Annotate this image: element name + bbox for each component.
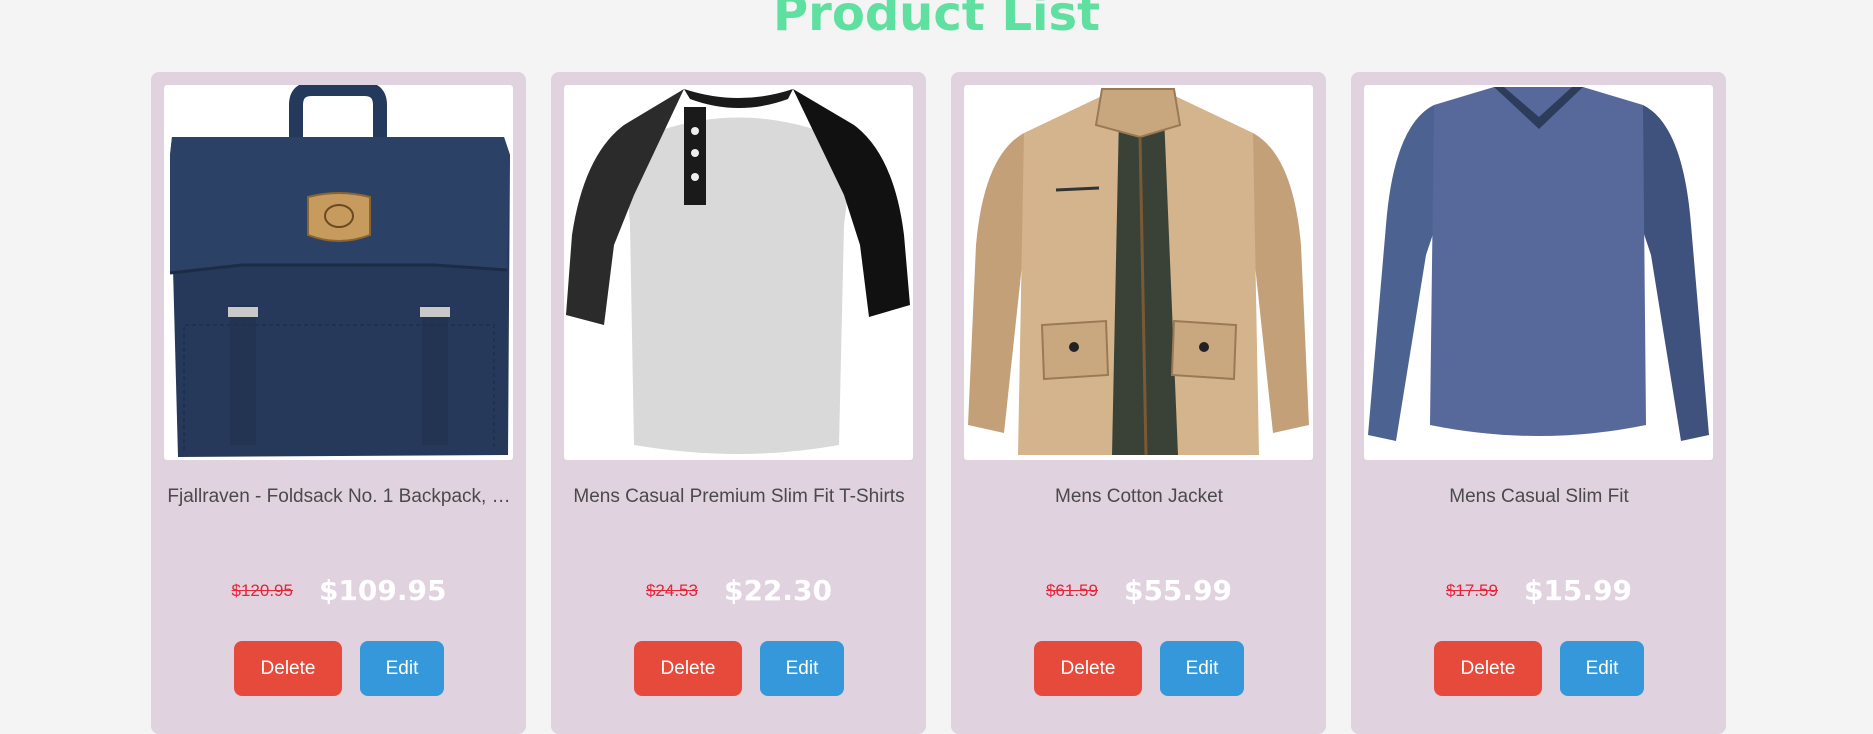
old-price: $24.53 [645,580,698,600]
current-price: $15.99 [1523,574,1633,607]
price-row: $120.95 $109.95 [164,574,514,607]
product-name: Mens Casual Slim Fit [1449,486,1629,507]
product-card: Mens Casual Premium Slim Fit T-Shirts $2… [551,72,926,734]
product-image [964,85,1313,460]
edit-button[interactable]: Edit [360,641,444,696]
current-price: $109.95 [318,574,447,607]
product-name: Mens Casual Premium Slim Fit T-Shirts [573,486,905,507]
current-price: $22.30 [723,574,833,607]
raglan-tshirt-image [566,89,910,454]
price-row: $17.59 $15.99 [1364,574,1714,607]
old-price: $120.95 [231,580,293,600]
backpack-image [169,85,510,457]
product-card: Mens Casual Slim Fit $17.59 $15.99 Delet… [1351,72,1726,734]
old-price: $61.59 [1045,580,1098,600]
delete-button[interactable]: Delete [1434,641,1542,696]
product-card: Fjallraven - Foldsack No. 1 Backpack, … … [151,72,526,734]
edit-button[interactable]: Edit [1160,641,1244,696]
product-name: Mens Cotton Jacket [1055,486,1223,507]
product-card: Mens Cotton Jacket $61.59 $55.99 Delete … [951,72,1326,734]
current-price: $55.99 [1123,574,1233,607]
edit-button[interactable]: Edit [1560,641,1644,696]
delete-button[interactable]: Delete [234,641,342,696]
product-image [564,85,913,460]
product-grid: Fjallraven - Foldsack No. 1 Backpack, … … [151,72,1726,734]
product-image [164,85,513,460]
edit-button[interactable]: Edit [760,641,844,696]
old-price: $17.59 [1445,580,1498,600]
card-actions: Delete Edit [564,641,914,696]
page-title: Product List [772,0,1101,42]
product-image [1364,85,1713,460]
price-row: $24.53 $22.30 [564,574,914,607]
price-row: $61.59 $55.99 [964,574,1314,607]
jacket-image [968,88,1309,456]
product-name: Fjallraven - Foldsack No. 1 Backpack, … [167,486,511,507]
delete-button[interactable]: Delete [1034,641,1142,696]
delete-button[interactable]: Delete [634,641,742,696]
longsleeve-shirt-image [1368,87,1709,441]
card-actions: Delete Edit [164,641,514,696]
card-actions: Delete Edit [964,641,1314,696]
card-actions: Delete Edit [1364,641,1714,696]
